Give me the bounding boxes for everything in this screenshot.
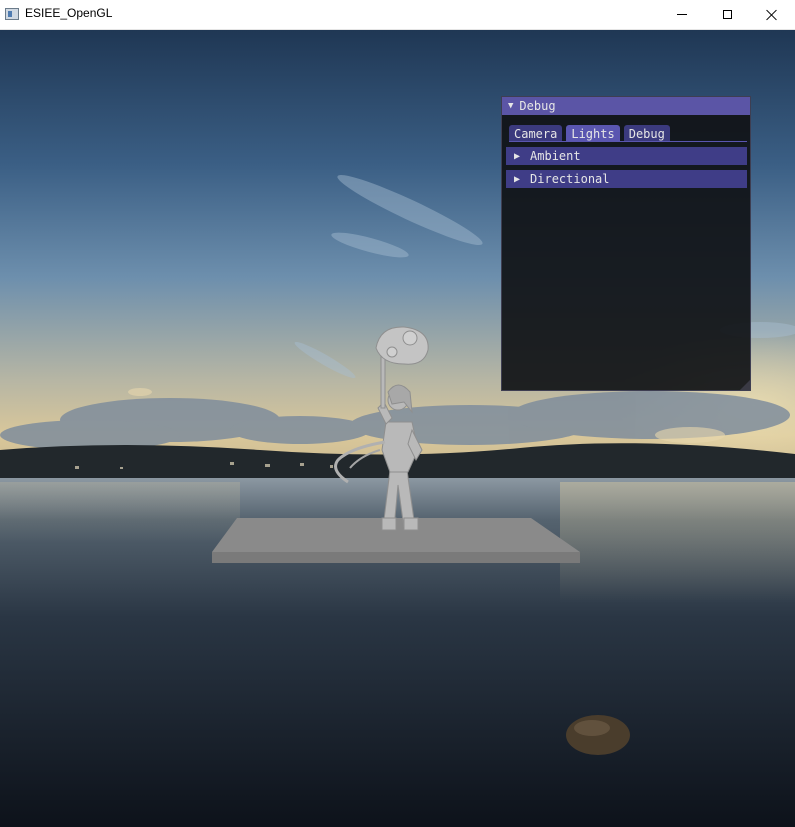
window-title-bar[interactable]: ESIEE_OpenGL	[0, 0, 795, 30]
section-directional[interactable]: ▶ Directional	[506, 170, 747, 188]
tab-underline	[509, 141, 747, 142]
close-button[interactable]	[749, 0, 795, 29]
tab-bar: Camera Lights Debug	[509, 125, 670, 142]
panel-title: Debug	[519, 99, 556, 113]
close-icon	[766, 9, 778, 21]
tab-lights[interactable]: Lights	[566, 125, 620, 142]
minimize-icon	[677, 14, 687, 15]
window-title: ESIEE_OpenGL	[25, 6, 113, 20]
resize-grip[interactable]	[740, 380, 750, 390]
app-icon	[5, 8, 19, 20]
section-label: Directional	[530, 172, 610, 186]
collapse-arrow-icon[interactable]: ▼	[508, 101, 513, 111]
panel-title-bar[interactable]: ▼ Debug	[502, 97, 750, 115]
tab-camera[interactable]: Camera	[509, 125, 563, 142]
debug-panel[interactable]: ▼ Debug Camera Lights Debug ▶ Ambient ▶ …	[501, 96, 751, 391]
section-ambient[interactable]: ▶ Ambient	[506, 147, 747, 165]
maximize-icon	[722, 10, 732, 19]
maximize-button[interactable]	[704, 0, 750, 29]
tab-debug[interactable]: Debug	[623, 125, 670, 142]
section-label: Ambient	[530, 149, 581, 163]
minimize-button[interactable]	[659, 0, 705, 29]
expand-arrow-icon: ▶	[514, 173, 521, 185]
expand-arrow-icon: ▶	[514, 150, 521, 162]
